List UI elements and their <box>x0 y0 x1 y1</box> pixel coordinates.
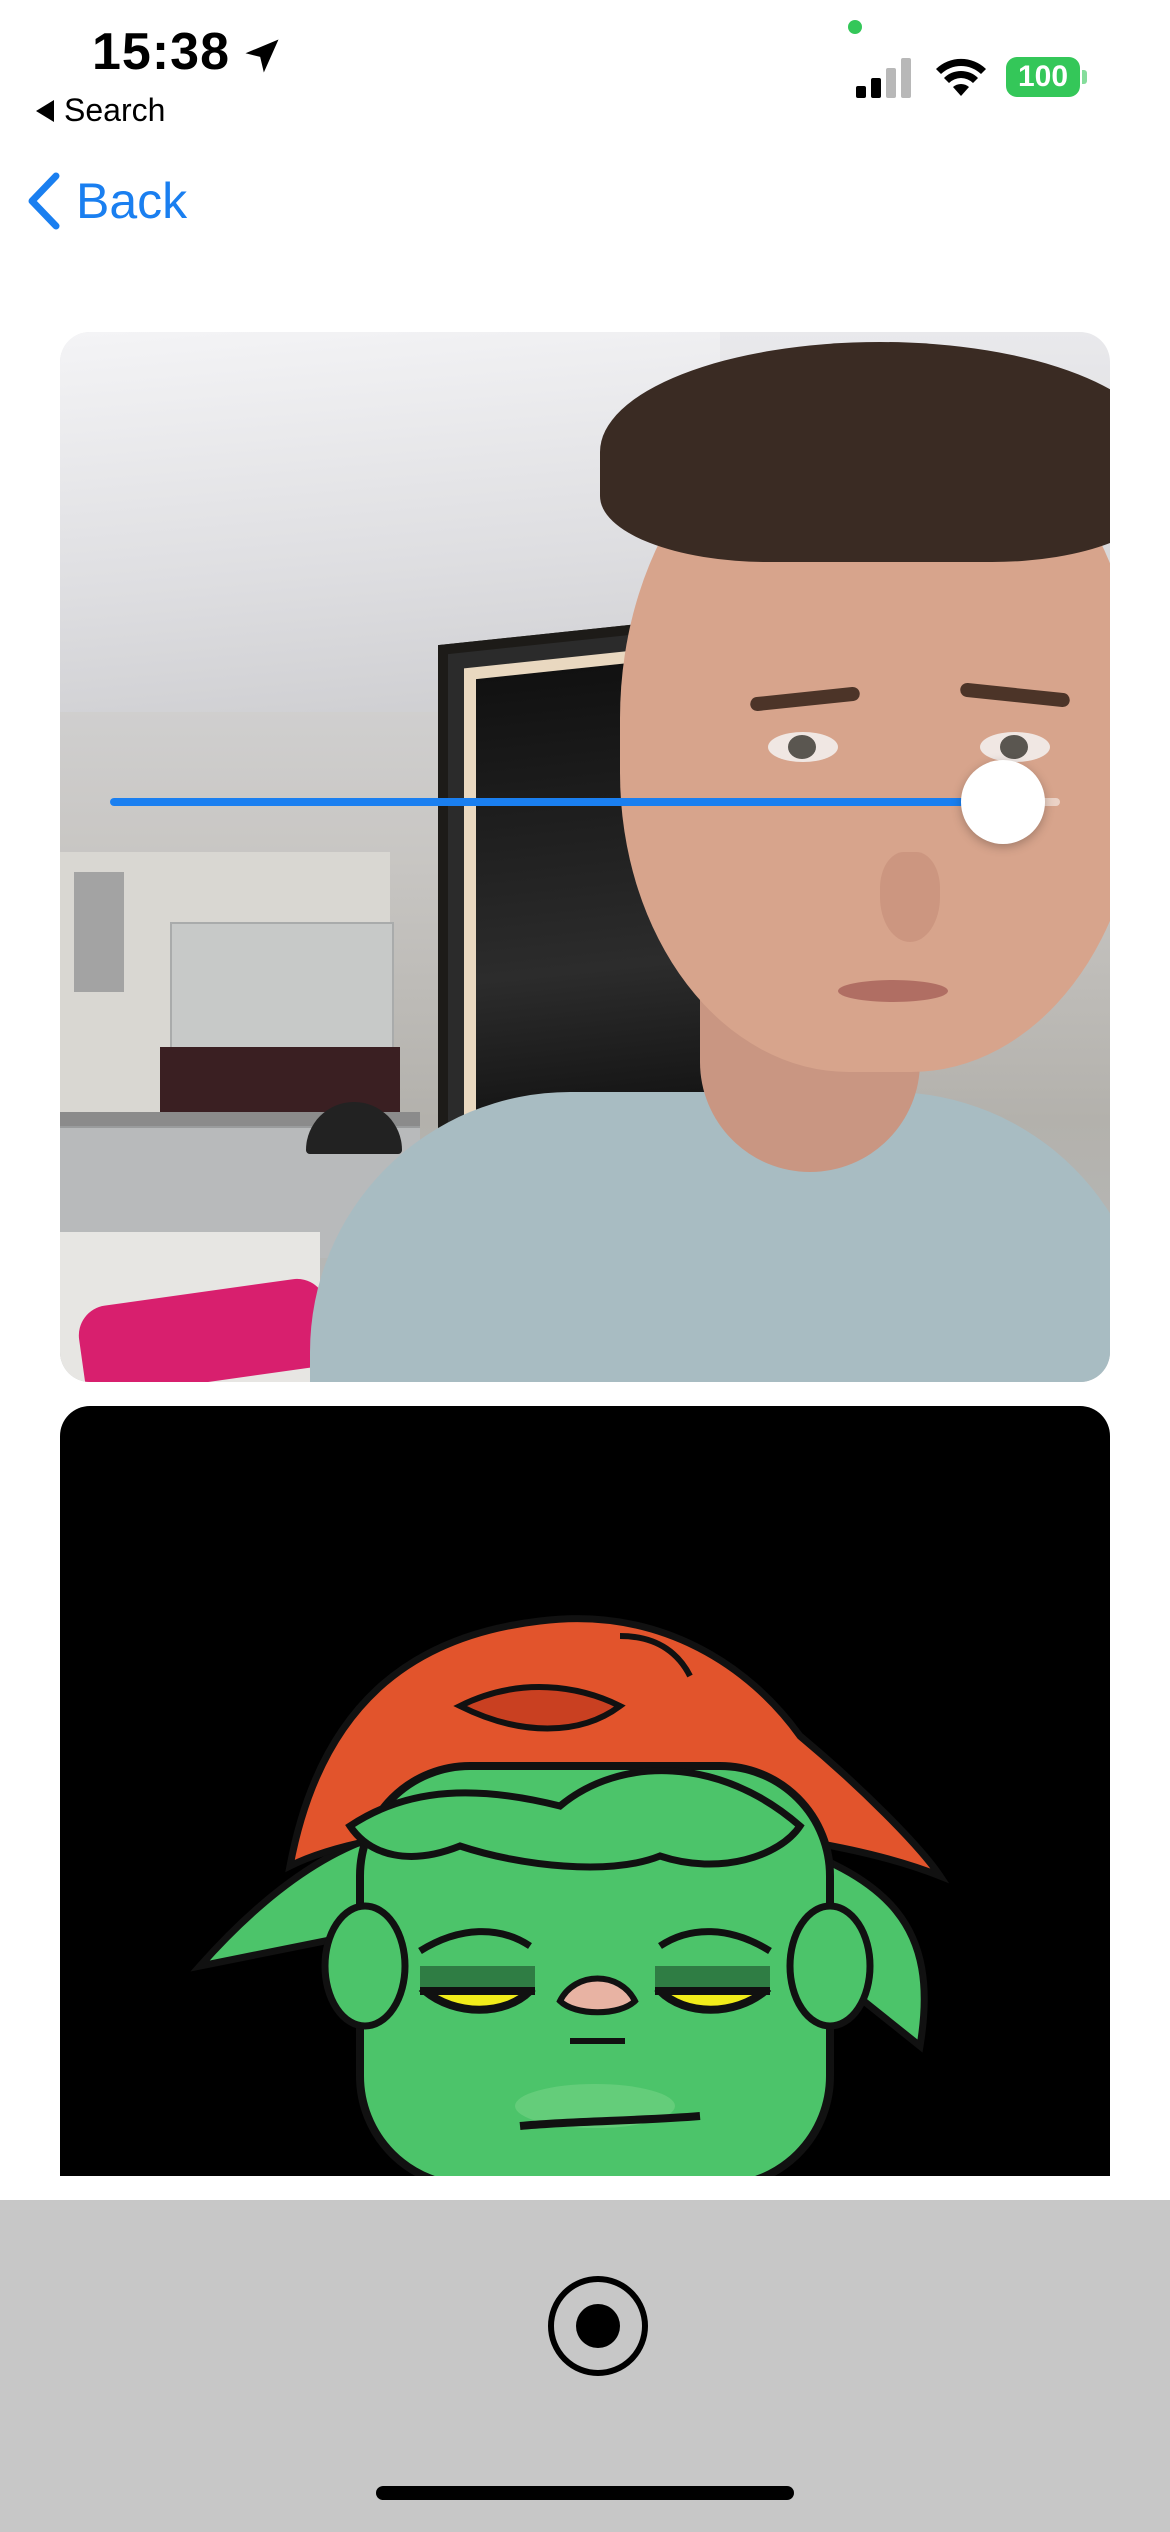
cellular-signal-icon <box>856 58 911 98</box>
back-label: Back <box>76 173 188 229</box>
camera-in-use-indicator <box>848 20 862 34</box>
record-button[interactable] <box>548 2276 648 2376</box>
battery-icon: 100 <box>1006 56 1090 98</box>
location-arrow-icon <box>245 39 279 73</box>
slider-fill <box>110 798 1003 806</box>
back-app-label: Search <box>64 92 166 128</box>
chevron-left-icon <box>28 172 60 230</box>
avatar-preview <box>60 1406 1110 2176</box>
status-time: 15:38 <box>92 23 230 81</box>
record-icon <box>576 2304 620 2348</box>
home-indicator <box>376 2486 794 2500</box>
slider-thumb[interactable] <box>961 760 1045 844</box>
back-to-app[interactable]: Search <box>36 92 165 129</box>
blend-slider[interactable] <box>110 760 1060 844</box>
camera-preview <box>60 332 1110 1382</box>
wifi-icon <box>936 58 986 96</box>
back-triangle-icon <box>36 99 54 122</box>
back-button[interactable]: Back <box>24 170 187 232</box>
battery-level: 100 <box>1006 57 1080 97</box>
green-character-avatar <box>190 1615 950 2176</box>
